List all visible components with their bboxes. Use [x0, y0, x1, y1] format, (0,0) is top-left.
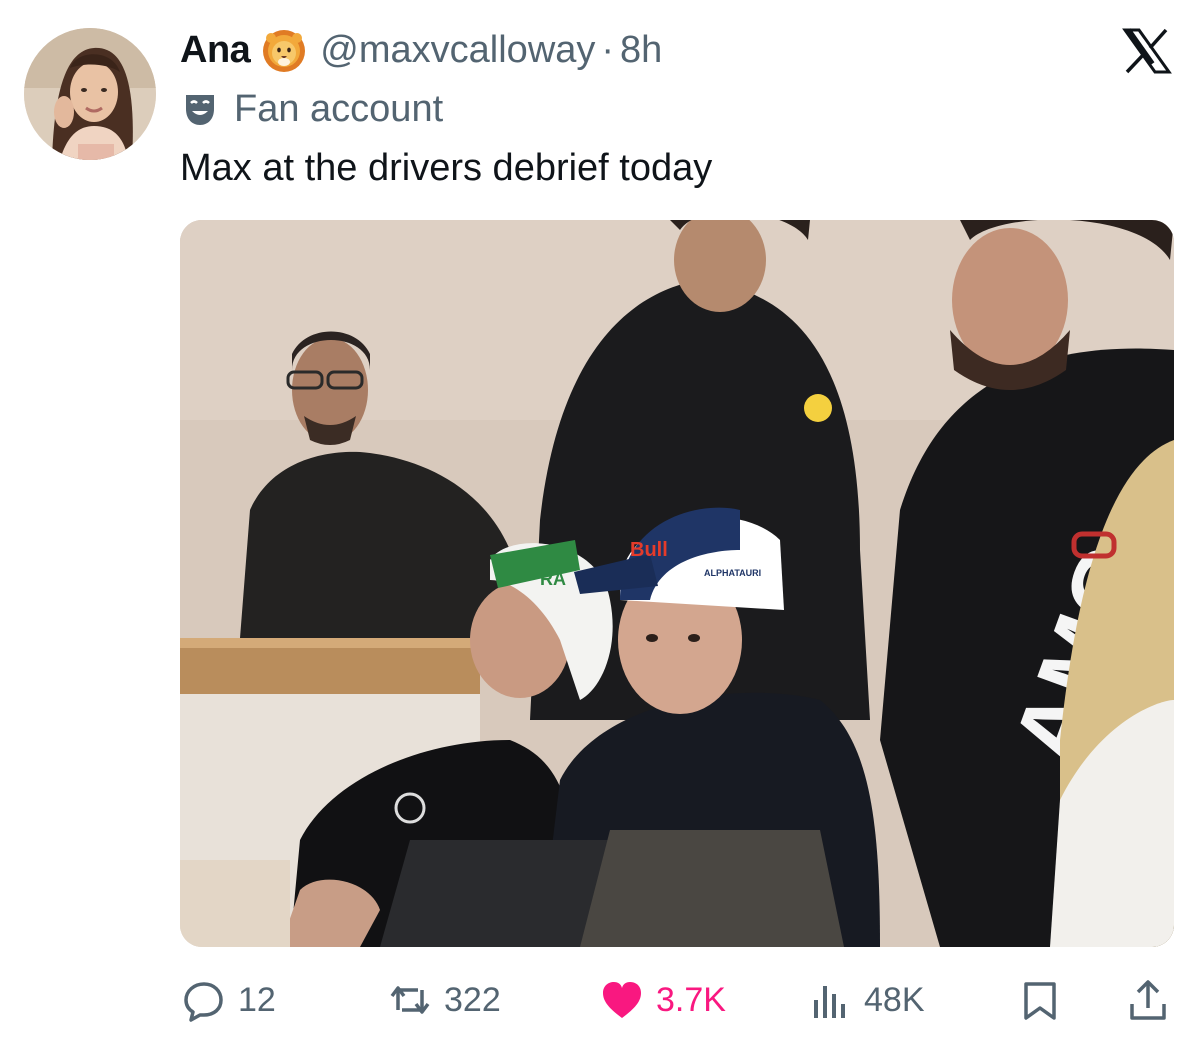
like-count: 3.7K [656, 980, 726, 1019]
post-time[interactable]: 8h [620, 29, 662, 72]
blue-cap-team-text: ALPHATAURI [704, 568, 761, 578]
views-button[interactable]: 48K [808, 970, 925, 1030]
heart-icon [603, 982, 641, 1018]
views-count: 48K [864, 980, 925, 1019]
handle[interactable]: @maxvcalloway [320, 29, 595, 72]
tweet-photo[interactable]: AMG RA Bull ALPHATAURI [180, 220, 1174, 947]
reply-button[interactable]: 12 [182, 970, 276, 1030]
like-button[interactable]: 3.7K [600, 970, 726, 1030]
separator-dot: · [601, 28, 615, 71]
lion-face-icon [263, 30, 306, 72]
white-cap-text: RA [540, 569, 566, 589]
reply-bubble-icon [184, 982, 223, 1022]
bookmark-button[interactable] [1018, 970, 1062, 1030]
account-label-text: Fan account [234, 87, 444, 130]
bookmark-icon [1024, 982, 1056, 1020]
avatar[interactable] [24, 28, 156, 160]
reply-count: 12 [238, 980, 276, 1019]
account-label: Fan account [180, 86, 443, 132]
x-logo-icon[interactable] [1122, 28, 1172, 74]
share-button[interactable] [1126, 970, 1170, 1030]
author-row: Ana @maxvcalloway · 8h [180, 26, 662, 74]
action-bar: 12 322 3.7K 48K [0, 970, 1200, 1030]
performing-arts-mask-icon [186, 95, 214, 125]
repost-icon [390, 986, 430, 1014]
blue-cap-text: Bull [630, 539, 668, 561]
display-name[interactable]: Ana [180, 29, 251, 72]
share-icon [1130, 980, 1166, 1020]
repost-count: 322 [444, 980, 501, 1019]
views-bar-icon [814, 986, 845, 1018]
tweet-text: Max at the drivers debrief today [180, 147, 713, 189]
repost-button[interactable]: 322 [388, 970, 501, 1030]
